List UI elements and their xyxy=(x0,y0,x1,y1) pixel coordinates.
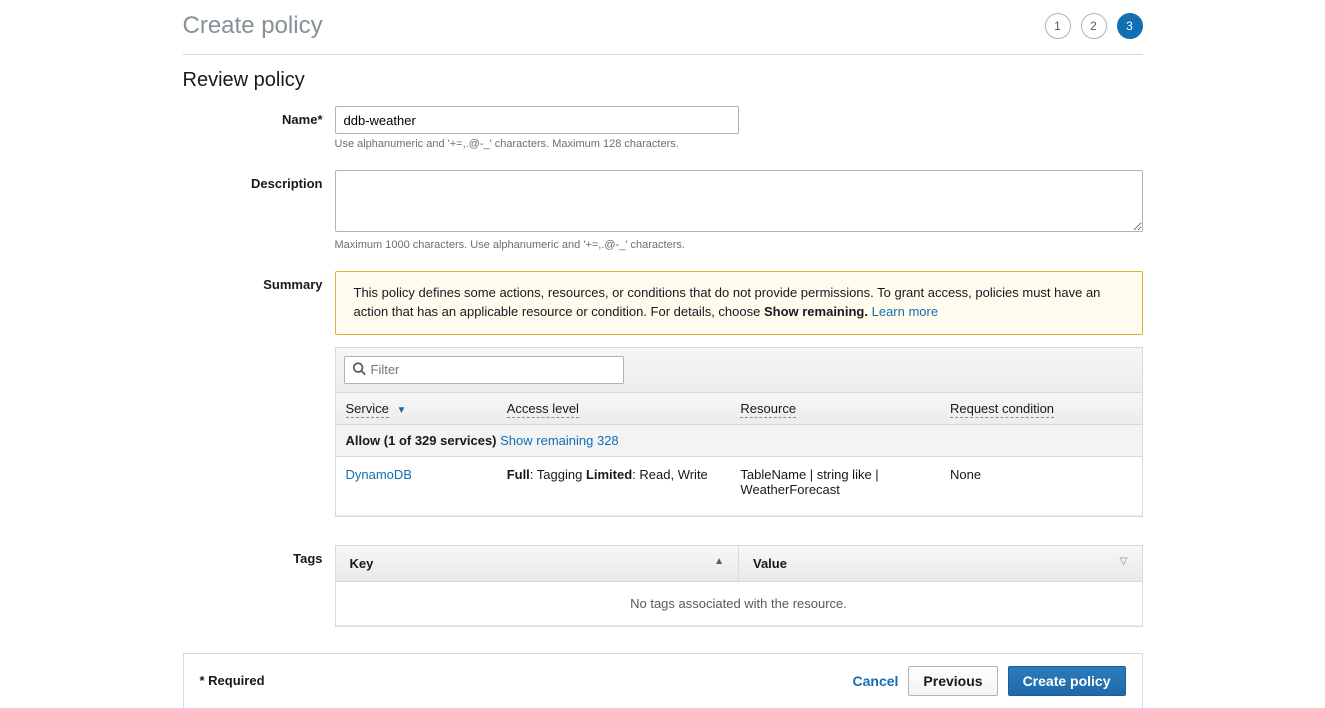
resource-cell: TableName | string like | WeatherForecas… xyxy=(730,456,940,515)
name-hint: Use alphanumeric and '+=,.@-_' character… xyxy=(335,138,1143,150)
sort-neutral-icon: ▽ xyxy=(1120,556,1128,567)
col-resource[interactable]: Resource xyxy=(730,393,940,425)
footer-bar: * Required Cancel Previous Create policy xyxy=(183,653,1143,708)
tags-empty-message: No tags associated with the resource. xyxy=(336,581,1142,625)
col-service-label: Service xyxy=(346,401,389,418)
summary-table-container: Service ▼ Access level Resource Request … xyxy=(335,347,1143,517)
wizard-steps: 1 2 3 xyxy=(1045,13,1143,39)
service-link[interactable]: DynamoDB xyxy=(346,467,412,482)
sort-caret-icon: ▼ xyxy=(396,405,406,416)
filter-input[interactable] xyxy=(344,356,624,384)
summary-label: Summary xyxy=(183,271,335,517)
col-condition-label: Request condition xyxy=(950,401,1054,418)
access-level-cell: Full: Tagging Limited: Read, Write xyxy=(497,456,731,515)
condition-cell: None xyxy=(940,456,1142,515)
search-icon xyxy=(352,361,366,378)
description-label: Description xyxy=(183,170,335,265)
previous-button[interactable]: Previous xyxy=(908,666,997,696)
sort-asc-icon: ▲ xyxy=(714,556,724,567)
col-resource-label: Resource xyxy=(740,401,796,418)
summary-warning: This policy defines some actions, resour… xyxy=(335,271,1143,335)
col-service[interactable]: Service ▼ xyxy=(336,393,497,425)
step-1[interactable]: 1 xyxy=(1045,13,1071,39)
tags-col-value[interactable]: Value ▽ xyxy=(739,546,1142,582)
tags-label: Tags xyxy=(183,545,335,627)
step-3[interactable]: 3 xyxy=(1117,13,1143,39)
warning-text: This policy defines some actions, resour… xyxy=(354,285,1101,319)
section-title: Review policy xyxy=(183,69,1143,92)
tags-col-value-label: Value xyxy=(753,556,787,571)
group-label: Allow (1 of 329 services) xyxy=(346,433,497,448)
page-title: Create policy xyxy=(183,12,323,40)
tags-table-container: Key ▲ Value ▽ No tags associated with th… xyxy=(335,545,1143,627)
col-request-condition[interactable]: Request condition xyxy=(940,393,1142,425)
name-label: Name* xyxy=(183,106,335,164)
col-access-level[interactable]: Access level xyxy=(497,393,731,425)
col-access-label: Access level xyxy=(507,401,579,418)
tags-col-key[interactable]: Key ▲ xyxy=(336,546,739,582)
create-policy-button[interactable]: Create policy xyxy=(1008,666,1126,696)
learn-more-link[interactable]: Learn more xyxy=(872,304,938,319)
description-textarea[interactable] xyxy=(335,170,1143,232)
warning-bold: Show remaining. xyxy=(764,304,868,319)
step-2[interactable]: 2 xyxy=(1081,13,1107,39)
show-remaining-link[interactable]: Show remaining 328 xyxy=(500,433,619,448)
tags-col-key-label: Key xyxy=(350,556,374,571)
table-row: DynamoDB Full: Tagging Limited: Read, Wr… xyxy=(336,456,1142,515)
name-input[interactable] xyxy=(335,106,739,134)
description-hint: Maximum 1000 characters. Use alphanumeri… xyxy=(335,239,1143,251)
service-group-row: Allow (1 of 329 services) Show remaining… xyxy=(336,424,1142,456)
required-note: * Required xyxy=(200,673,265,688)
cancel-button[interactable]: Cancel xyxy=(853,673,899,689)
